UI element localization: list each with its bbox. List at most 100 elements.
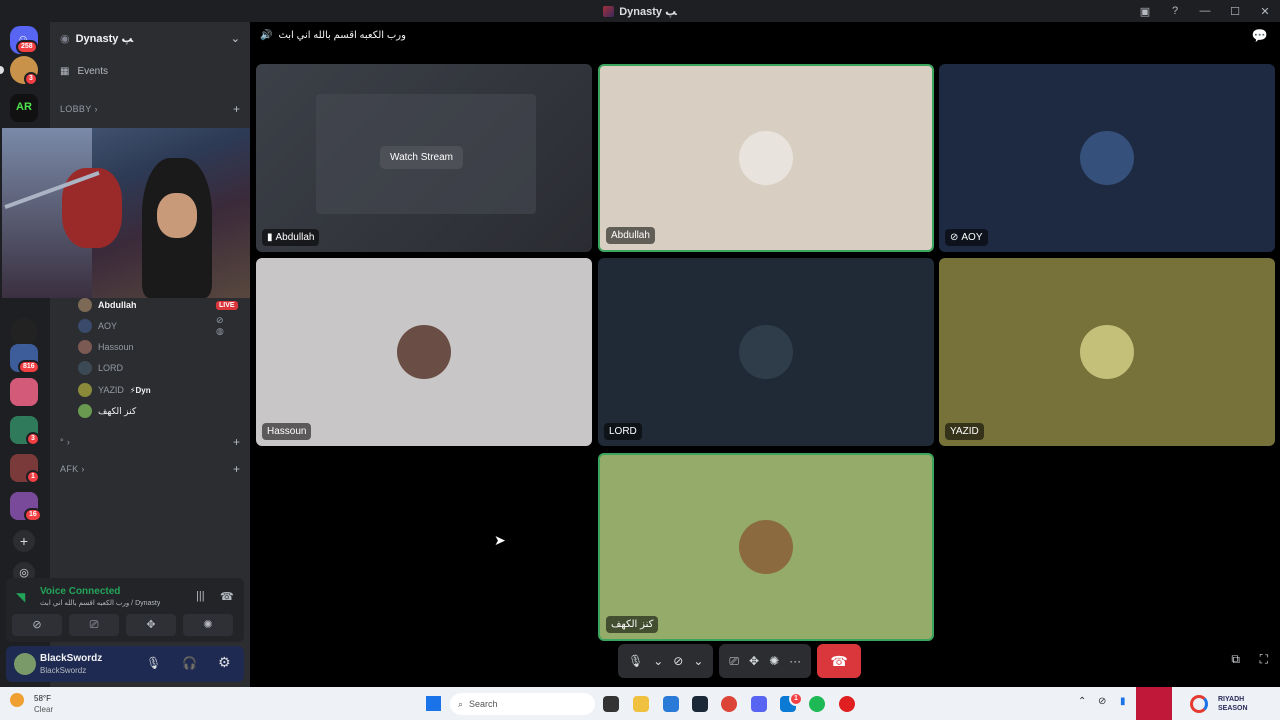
voice-user[interactable]: Hassoun xyxy=(78,340,134,354)
add-server-icon[interactable]: + xyxy=(13,530,35,552)
explorer-icon[interactable] xyxy=(633,696,649,712)
avatar xyxy=(739,325,793,379)
video-off-icon: ⊘ ◍ xyxy=(216,315,224,336)
temperature: 58°F xyxy=(34,694,51,703)
server-folder[interactable] xyxy=(10,378,38,406)
soundboard-icon[interactable]: ✺ xyxy=(769,654,779,668)
end-call-button[interactable]: ☎ xyxy=(817,644,862,678)
webcam-overlay xyxy=(2,128,270,298)
help-icon[interactable]: ? xyxy=(1160,5,1190,17)
video-off-icon: ⊘ xyxy=(673,654,684,668)
popout-icon[interactable]: ⧉ xyxy=(1231,652,1240,667)
mouse-cursor: ➤ xyxy=(494,532,506,548)
tile-name: YAZID xyxy=(945,423,984,440)
add-channel-icon[interactable]: + xyxy=(233,435,240,449)
store-icon[interactable] xyxy=(663,696,679,712)
avatar xyxy=(78,383,92,397)
tray-chevron-icon[interactable]: ⌃ xyxy=(1078,696,1086,707)
avatar xyxy=(78,361,92,375)
participant-tile[interactable]: ⊘ AOY xyxy=(939,64,1275,252)
participant-tile[interactable]: كنز الكهف xyxy=(598,453,934,641)
soundboard-button[interactable]: ✺ xyxy=(183,614,233,636)
signal-icon: ◥ xyxy=(16,590,26,604)
chevron-down-icon: ⌄ xyxy=(230,32,240,45)
avatar xyxy=(739,131,793,185)
stream-tile[interactable]: Watch Stream ▮ Abdullah xyxy=(256,64,592,252)
voice-user[interactable]: LORD xyxy=(78,361,123,375)
headphones-icon[interactable]: 🎧 xyxy=(182,656,197,670)
riyadh-season-logo-icon xyxy=(1190,695,1208,713)
chevron-down-icon: ⌄ xyxy=(693,654,704,668)
voice-channel-path[interactable]: ورب الكعبه اقسم بالله اني ابث / Dynasty … xyxy=(40,599,160,607)
camera-button[interactable]: ⊘ xyxy=(12,614,62,636)
tile-name: ▮ Abdullah xyxy=(262,229,320,246)
screen-share-icon[interactable]: ⎚ xyxy=(729,654,739,669)
window-title: Dynasty ﭗ xyxy=(619,5,677,18)
avatar[interactable] xyxy=(14,653,36,675)
voice-user[interactable]: Abdullah LIVE xyxy=(78,298,238,312)
maximize-button[interactable]: ☐ xyxy=(1220,5,1250,18)
category-lobby[interactable]: LOBBY › + xyxy=(60,102,240,116)
role-tag: ⚡Dyn xyxy=(129,385,151,395)
mic-group[interactable]: 🎙 ⌄ ⊘ ⌄ xyxy=(618,644,714,678)
user-panel: BlackSwordz BlackSwordz 🎙 🎧 ⚙ xyxy=(6,646,244,682)
channel-header: 🔊 ورب الكعبه اقسم بالله اني ابث xyxy=(260,30,406,41)
activities-button[interactable]: ✥ xyxy=(126,614,176,636)
activities-icon[interactable]: ✥ xyxy=(749,654,759,668)
more-icon[interactable]: ··· xyxy=(789,654,801,668)
fullscreen-icon[interactable]: ⛶ xyxy=(1260,652,1268,667)
start-icon[interactable] xyxy=(426,696,441,711)
mic-tray-icon[interactable]: ▮ xyxy=(1120,696,1126,707)
calendar-icon: ▦ xyxy=(60,66,70,77)
taskview-icon[interactable] xyxy=(603,696,619,712)
server-boost-icon: ◉ xyxy=(60,32,70,45)
search-box[interactable]: ⌕ Search xyxy=(450,693,595,715)
disconnect-icon[interactable]: ☎ xyxy=(220,590,234,603)
server-ar[interactable]: AR xyxy=(10,94,38,122)
home-badge: 258 xyxy=(16,40,38,54)
speaker-icon: 🔊 xyxy=(260,30,273,41)
chrome-icon[interactable] xyxy=(721,696,737,712)
network-icon[interactable]: ⊘ xyxy=(1098,696,1106,707)
server-header[interactable]: ◉ Dynasty ﭗ ⌄ xyxy=(50,22,250,54)
steam-icon[interactable] xyxy=(692,696,708,712)
add-channel-icon[interactable]: + xyxy=(233,462,240,476)
minimize-button[interactable]: — xyxy=(1190,5,1220,17)
microphone-icon[interactable]: 🎙 xyxy=(146,656,161,670)
voice-user[interactable]: كنز الكهف xyxy=(78,404,136,418)
live-badge: LIVE xyxy=(216,300,238,310)
watch-stream-button[interactable]: Watch Stream xyxy=(380,146,463,169)
participant-tile[interactable]: YAZID xyxy=(939,258,1275,446)
tile-name: Abdullah xyxy=(606,227,655,244)
avatar xyxy=(1080,325,1134,379)
participant-tile[interactable]: Hassoun xyxy=(256,258,592,446)
chat-icon[interactable]: 💬 xyxy=(1252,28,1268,44)
category-afk[interactable]: AFK › + xyxy=(60,462,240,476)
app-icon[interactable] xyxy=(839,696,855,712)
server-folder[interactable] xyxy=(10,318,38,346)
voice-user[interactable]: AOY ⊘ ◍ xyxy=(78,315,224,336)
hangup-icon: ☎ xyxy=(830,653,848,669)
microphone-icon: 🎙 xyxy=(628,654,644,668)
tile-name: Hassoun xyxy=(262,423,312,440)
participant-tile[interactable]: LORD xyxy=(598,258,934,446)
riyadh-logo-icon xyxy=(1136,687,1172,720)
close-button[interactable]: ✕ xyxy=(1250,5,1280,18)
noise-suppression-icon[interactable]: ||| xyxy=(196,590,205,602)
inbox-icon[interactable]: ▣ xyxy=(1130,5,1160,18)
avatar xyxy=(739,520,793,574)
participant-tile[interactable]: Abdullah xyxy=(598,64,934,252)
add-channel-icon[interactable]: + xyxy=(233,102,240,116)
action-group[interactable]: ⎚ ✥ ✺ ··· xyxy=(719,644,812,678)
call-controls: 🎙 ⌄ ⊘ ⌄ ⎚ ✥ ✺ ··· ☎ xyxy=(618,644,862,678)
weather-icon[interactable] xyxy=(10,693,24,707)
events-item[interactable]: ▦ Events xyxy=(60,66,240,77)
gear-icon[interactable]: ⚙ xyxy=(218,654,231,671)
share-screen-button[interactable]: ⎚ xyxy=(69,614,119,636)
voice-user[interactable]: YAZID ⚡Dyn xyxy=(78,383,151,397)
discord-icon[interactable] xyxy=(751,696,767,712)
category-degree[interactable]: ° › + xyxy=(60,435,240,449)
spotify-icon[interactable] xyxy=(809,696,825,712)
brand-text: RIYADH SEASON xyxy=(1218,696,1248,712)
server-icon xyxy=(603,5,615,17)
